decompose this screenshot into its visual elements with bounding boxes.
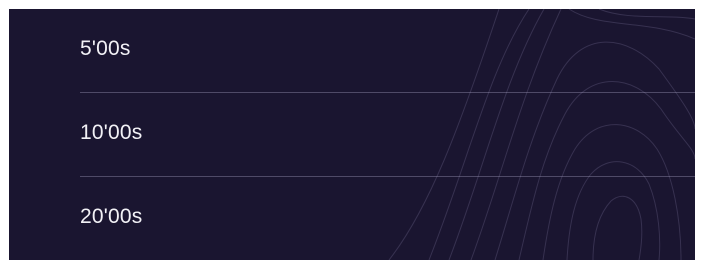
duration-option-20-min[interactable]: 20'00s <box>80 177 695 260</box>
duration-option-10-min[interactable]: 10'00s <box>80 93 695 177</box>
duration-option-label: 5'00s <box>80 37 131 60</box>
duration-option-label: 10'00s <box>80 121 143 144</box>
duration-option-list: 5'00s 10'00s 20'00s <box>9 9 695 260</box>
duration-picker-panel: 5'00s 10'00s 20'00s <box>9 9 695 260</box>
duration-option-5-min[interactable]: 5'00s <box>80 9 695 93</box>
duration-option-label: 20'00s <box>80 205 143 228</box>
